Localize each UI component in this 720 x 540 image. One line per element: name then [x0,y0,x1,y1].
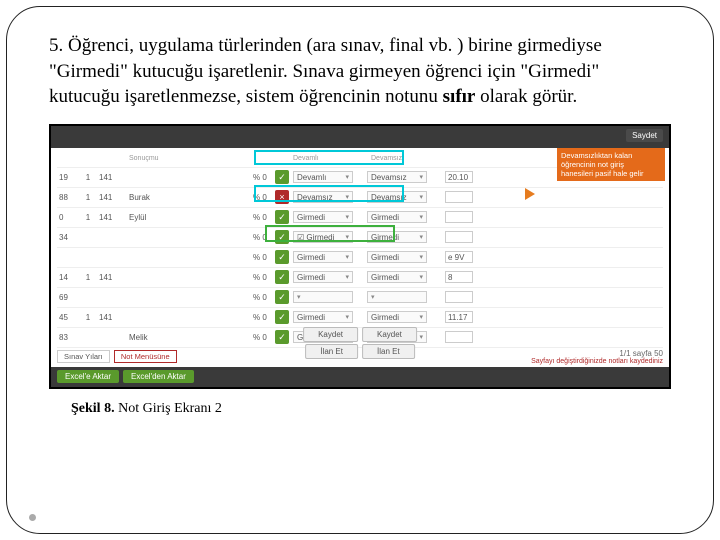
instruction-text: 5. Öğrenci, uygulama türlerinden (ara sı… [49,33,671,110]
dropdown-2[interactable]: ▾ [367,291,427,303]
status-badge[interactable]: ✓ [275,170,289,184]
cell-pct: % 0 [253,213,271,222]
dropdown-2[interactable]: Girmedi▾ [367,271,427,283]
table-row: 88 1 141 Burak % 0 × Devamsız▾ Devamsız▾ [57,188,663,208]
bottom-toolbar: Excel'e Aktar Excel'den Aktar [51,367,669,387]
cell-id: 141 [99,213,125,222]
cell-sn: 34 [59,233,77,242]
cell-id: 141 [99,193,125,202]
cell-pct: % 0 [253,313,271,322]
grade-grid: Devamsızlıktan kalan öğrencinin not giri… [51,148,669,338]
dropdown-2[interactable]: Girmedi▾ [367,251,427,263]
dropdown-1[interactable]: ☑ Girmedi▾ [293,231,353,243]
status-badge[interactable]: ✓ [275,250,289,264]
cell-sn: 0 [59,213,77,222]
status-badge[interactable]: ✓ [275,210,289,224]
caption-text: Not Giriş Ekranı 2 [115,401,222,416]
callout-arrow-icon [525,188,535,200]
cell-sn: 19 [59,173,77,182]
cell-no: 1 [81,213,95,222]
dropdown-1[interactable]: Girmedi▾ [293,311,353,323]
value-box[interactable]: 20.10 [445,171,473,183]
instruction-bold: sıfır [443,86,476,107]
tab-not-menu[interactable]: Not Menüsüne [114,350,177,363]
table-row: 34 % 0 ✓ ☑ Girmedi▾ Girmedi▾ [57,228,663,248]
value-box[interactable] [445,231,473,243]
cell-sn: 88 [59,193,77,202]
caption-label: Şekil 8. [71,401,115,416]
excel-export-button[interactable]: Excel'e Aktar [57,370,119,383]
dropdown-1[interactable]: Girmedi▾ [293,271,353,283]
cell-no: 1 [81,193,95,202]
cell-name: Burak [129,193,249,202]
instruction-body-2: olarak görür. [475,86,577,107]
value-box[interactable] [445,331,473,343]
cell-pct: % 0 [253,273,271,282]
cell-no: 1 [81,273,95,282]
dropdown-2[interactable]: Girmedi▾ [367,231,427,243]
cell-sn: 83 [59,333,77,342]
footer-hint: Sayfayı değiştirdiğinizde notları kayded… [531,358,663,365]
status-badge[interactable]: ✓ [275,330,289,344]
value-box[interactable]: e 9V [445,251,473,263]
status-badge[interactable]: ✓ [275,230,289,244]
cell-sn: 45 [59,313,77,322]
dropdown-2[interactable]: Devamsız▾ [367,171,427,183]
status-badge[interactable]: ✓ [275,270,289,284]
cell-name: Melik [129,333,249,342]
cell-id: 141 [99,173,125,182]
cell-pct: % 0 [253,173,271,182]
dropdown-1[interactable]: ▾ [293,291,353,303]
table-row: 01 141 Eylül % 0 ✓ Girmedi▾ Girmedi▾ [57,208,663,228]
status-badge[interactable]: × [275,190,289,204]
cell-sn: 69 [59,293,77,302]
cell-pct: % 0 [253,253,271,262]
table-row: 69 % 0 ✓ ▾ ▾ [57,288,663,308]
cell-id: 141 [99,313,125,322]
cell-no: 1 [81,173,95,182]
kaydet-button[interactable]: Kaydet [303,327,358,342]
dropdown-2[interactable]: Devamsız▾ [367,191,427,203]
value-box[interactable]: 11.17 [445,311,473,323]
value-box[interactable]: 8 [445,271,473,283]
table-row: % 0 ✓ Girmedi▾ Girmedi▾ e 9V [57,248,663,268]
dropdown-1[interactable]: Devamsız▾ [293,191,353,203]
dropdown-2[interactable]: Girmedi▾ [367,311,427,323]
cell-name: Eylül [129,213,249,222]
pager-text: 1/1 sayfa 50 [531,349,663,358]
dropdown-1[interactable]: Devamlı▾ [293,171,353,183]
dropdown-1[interactable]: Girmedi▾ [293,251,353,263]
cell-id: 141 [99,273,125,282]
tab-sinav[interactable]: Sınav Yıları [57,350,110,363]
slide-bullet-icon [29,514,36,521]
excel-import-button[interactable]: Excel'den Aktar [123,370,194,383]
cell-pct: % 0 [253,293,271,302]
cell-pct: % 0 [253,193,271,202]
cell-no: 1 [81,313,95,322]
cell-pct: % 0 [253,333,271,342]
grid-footer: Sınav Yıları Not Menüsüne 1/1 sayfa 50 S… [57,349,663,365]
figure-caption: Şekil 8. Not Giriş Ekranı 2 [71,401,671,417]
app-topbar: Saydet [51,126,669,148]
value-box[interactable] [445,211,473,223]
top-save-button[interactable]: Saydet [626,129,663,142]
kaydet-button-2[interactable]: Kaydet [362,327,417,342]
table-row: 141141% 0✓Girmedi▾Girmedi▾8 [57,268,663,288]
status-badge[interactable]: ✓ [275,290,289,304]
dropdown-2[interactable]: Girmedi▾ [367,211,427,223]
cell-sn: 14 [59,273,77,282]
value-box[interactable] [445,191,473,203]
dropdown-1[interactable]: Girmedi▾ [293,211,353,223]
status-badge[interactable]: ✓ [275,310,289,324]
cell-pct: % 0 [253,233,271,242]
table-row: 45 1 141 % 0 ✓ Girmedi▾ Girmedi▾ 11.17 [57,308,663,328]
step-number: 5. [49,35,63,56]
value-box[interactable] [445,291,473,303]
warning-callout: Devamsızlıktan kalan öğrencinin not giri… [557,148,665,181]
screenshot-figure: Saydet Devamsızlıktan kalan öğrencinin n… [49,124,671,389]
